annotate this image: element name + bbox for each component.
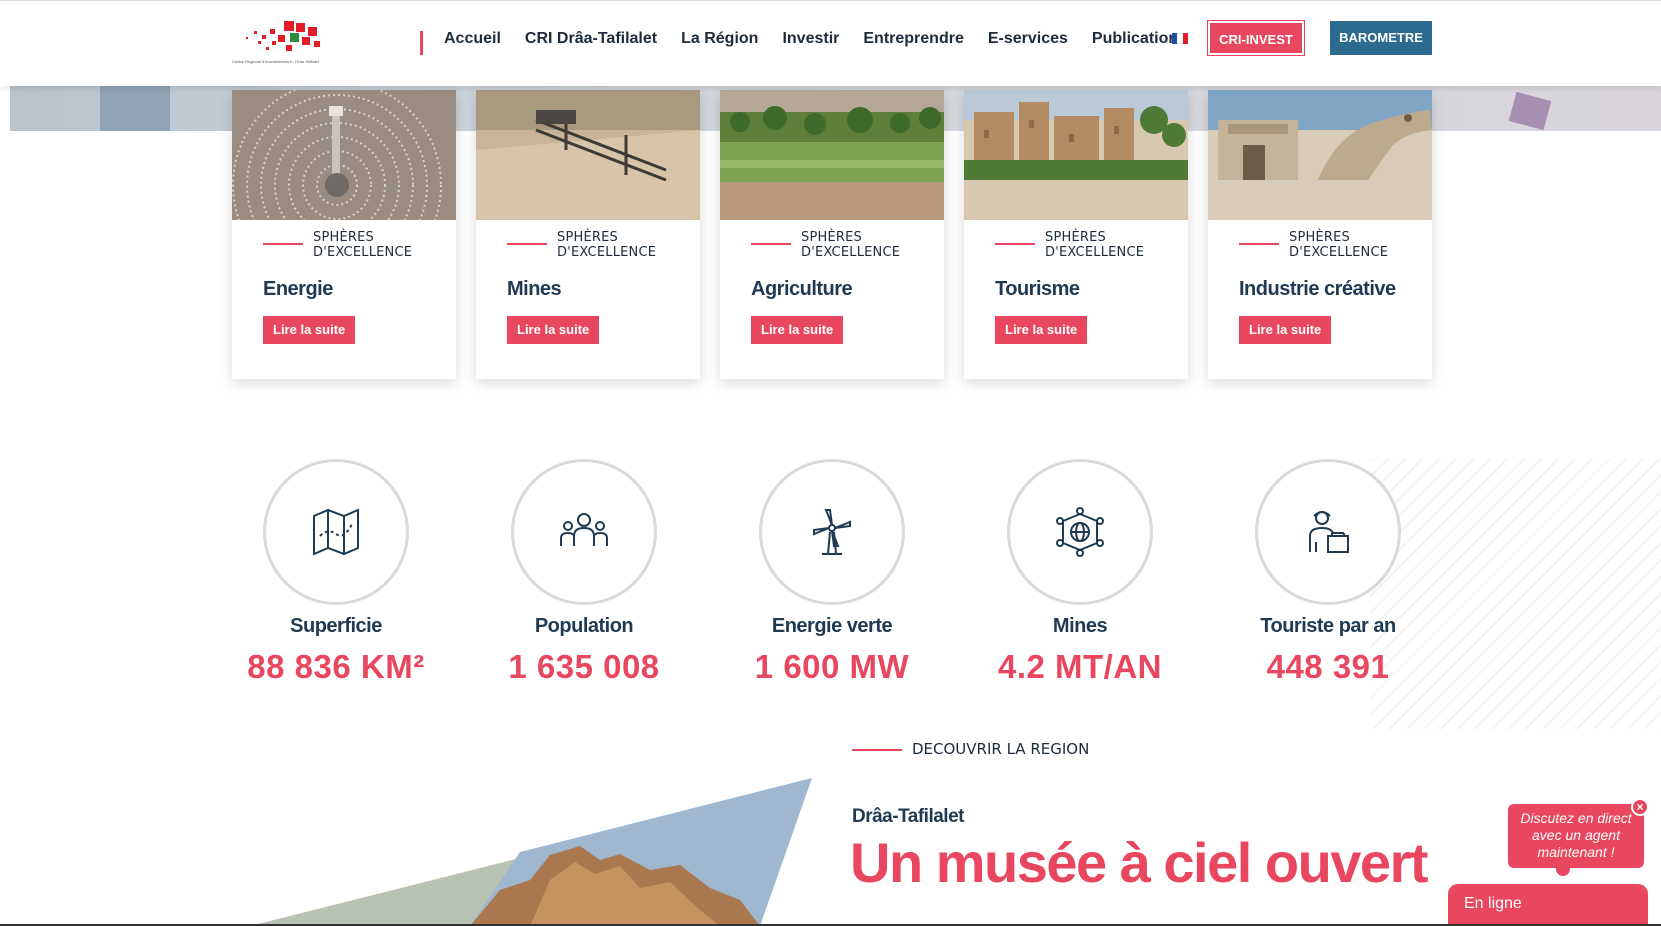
card-title: Mines: [507, 278, 562, 300]
card-industrie-creative: SPHÈRES D'EXCELLENCE Industrie créative L…: [1208, 90, 1432, 379]
nav-cri-draa-tafilalet[interactable]: CRI Drâa-Tafilalet: [513, 27, 669, 51]
nav-accueil[interactable]: Accueil: [432, 27, 513, 51]
chat-status-bar[interactable]: En ligne: [1448, 884, 1648, 926]
card-kicker: SPHÈRES D'EXCELLENCE: [1045, 230, 1145, 260]
read-more-button[interactable]: Lire la suite: [1239, 316, 1332, 344]
barometre-button[interactable]: BAROMETRE: [1330, 21, 1432, 55]
stat-mines: Mines 4.2 MT/AN: [970, 459, 1190, 686]
card-kicker-line: [263, 243, 303, 245]
main-nav: Accueil CRI Drâa-Tafilalet La Région Inv…: [432, 27, 1199, 51]
card-title: Agriculture: [751, 278, 853, 300]
stat-circle: [1007, 459, 1153, 605]
card-kicker: SPHÈRES D'EXCELLENCE: [801, 230, 901, 260]
logo-mark-icon: [246, 21, 320, 51]
people-icon: [560, 513, 608, 546]
card-tourisme: SPHÈRES D'EXCELLENCE Tourisme Lire la sui…: [964, 90, 1188, 379]
stat-circle: [511, 459, 657, 605]
oasis-image: [720, 90, 944, 220]
map-icon: [313, 508, 359, 556]
site-header: Centre Régional d'Investissement - Drâa-…: [0, 0, 1661, 86]
card-title: Tourisme: [995, 278, 1080, 300]
card-kicker-line: [1239, 243, 1279, 245]
stat-value: 88 836 KM²: [247, 648, 425, 685]
card-energie: SPHÈRES D'EXCELLENCE Energie Lire la suit…: [232, 90, 456, 379]
card-kicker-line: [995, 243, 1035, 245]
stat-label: Touriste par an: [1260, 615, 1396, 637]
stat-value: 1 635 008: [508, 648, 660, 685]
stat-touriste: Touriste par an 448 391: [1218, 459, 1438, 686]
stat-circle: [1255, 459, 1401, 605]
stat-value: 4.2 MT/AN: [997, 648, 1163, 685]
region-landscape-image: [250, 778, 820, 926]
nav-e-services[interactable]: E-services: [976, 27, 1080, 51]
chat-close-icon[interactable]: ×: [1631, 798, 1649, 816]
tourist-icon: [1309, 511, 1349, 553]
chat-bubble-tail: [1556, 862, 1570, 876]
card-kicker-line: [507, 243, 547, 245]
french-flag-icon[interactable]: [1172, 33, 1188, 44]
stat-label: Population: [534, 615, 634, 637]
discover-kicker: DECOUVRIR LA REGION: [912, 740, 1090, 758]
wind-turbine-icon: [813, 509, 851, 555]
solar-plant-image: [232, 90, 456, 220]
read-more-button[interactable]: Lire la suite: [507, 316, 600, 344]
mining-image: [476, 90, 700, 220]
read-more-button[interactable]: Lire la suite: [751, 316, 844, 344]
card-kicker-line: [751, 243, 791, 245]
nav-la-region[interactable]: La Région: [669, 27, 770, 51]
stat-energie-verte: Energie verte 1 600 MW: [722, 459, 942, 686]
card-agriculture: SPHÈRES D'EXCELLENCE Agriculture Lire la …: [720, 90, 944, 379]
discover-title: Un musée à ciel ouvert: [850, 831, 1429, 894]
stat-label: Energie verte: [771, 615, 893, 637]
chat-invite-bubble[interactable]: Discutez en direct avec un agent mainten…: [1508, 804, 1644, 868]
card-kicker: SPHÈRES D'EXCELLENCE: [1289, 230, 1389, 260]
read-more-button[interactable]: Lire la suite: [263, 316, 356, 344]
logo-caption: Centre Régional d'Investissement - Drâa-…: [232, 59, 319, 64]
kasbah-image: [964, 90, 1188, 220]
read-more-button[interactable]: Lire la suite: [995, 316, 1088, 344]
discover-kicker-line: [852, 749, 902, 751]
card-title: Energie: [263, 278, 333, 300]
stat-label: Superficie: [290, 615, 382, 637]
stat-circle: [759, 459, 905, 605]
network-globe-icon: [1056, 507, 1104, 557]
card-mines: SPHÈRES D'EXCELLENCE Mines Lire la suite: [476, 90, 700, 379]
page: Centre Régional d'Investissement - Drâa-…: [0, 0, 1661, 926]
stat-value: 1 600 MW: [754, 648, 910, 685]
nav-entreprendre[interactable]: Entreprendre: [851, 27, 975, 51]
discover-subtitle: Drâa-Tafilalet: [852, 806, 964, 827]
stat-population: Population 1 635 008: [474, 459, 694, 686]
card-kicker: SPHÈRES D'EXCELLENCE: [557, 230, 657, 260]
stat-superficie: Superficie 88 836 KM²: [226, 459, 446, 686]
cri-logo[interactable]: Centre Régional d'Investissement - Drâa-…: [232, 15, 342, 81]
nav-active-indicator: [420, 31, 423, 55]
stat-label: Mines: [1052, 615, 1108, 637]
film-studio-image: [1208, 90, 1432, 220]
cri-invest-button[interactable]: CRI-INVEST: [1208, 21, 1304, 55]
stat-value: 448 391: [1266, 648, 1390, 685]
card-title: Industrie créative: [1239, 278, 1396, 300]
stat-circle: [263, 459, 409, 605]
nav-investir[interactable]: Investir: [770, 27, 851, 51]
card-kicker: SPHÈRES D'EXCELLENCE: [313, 230, 413, 260]
